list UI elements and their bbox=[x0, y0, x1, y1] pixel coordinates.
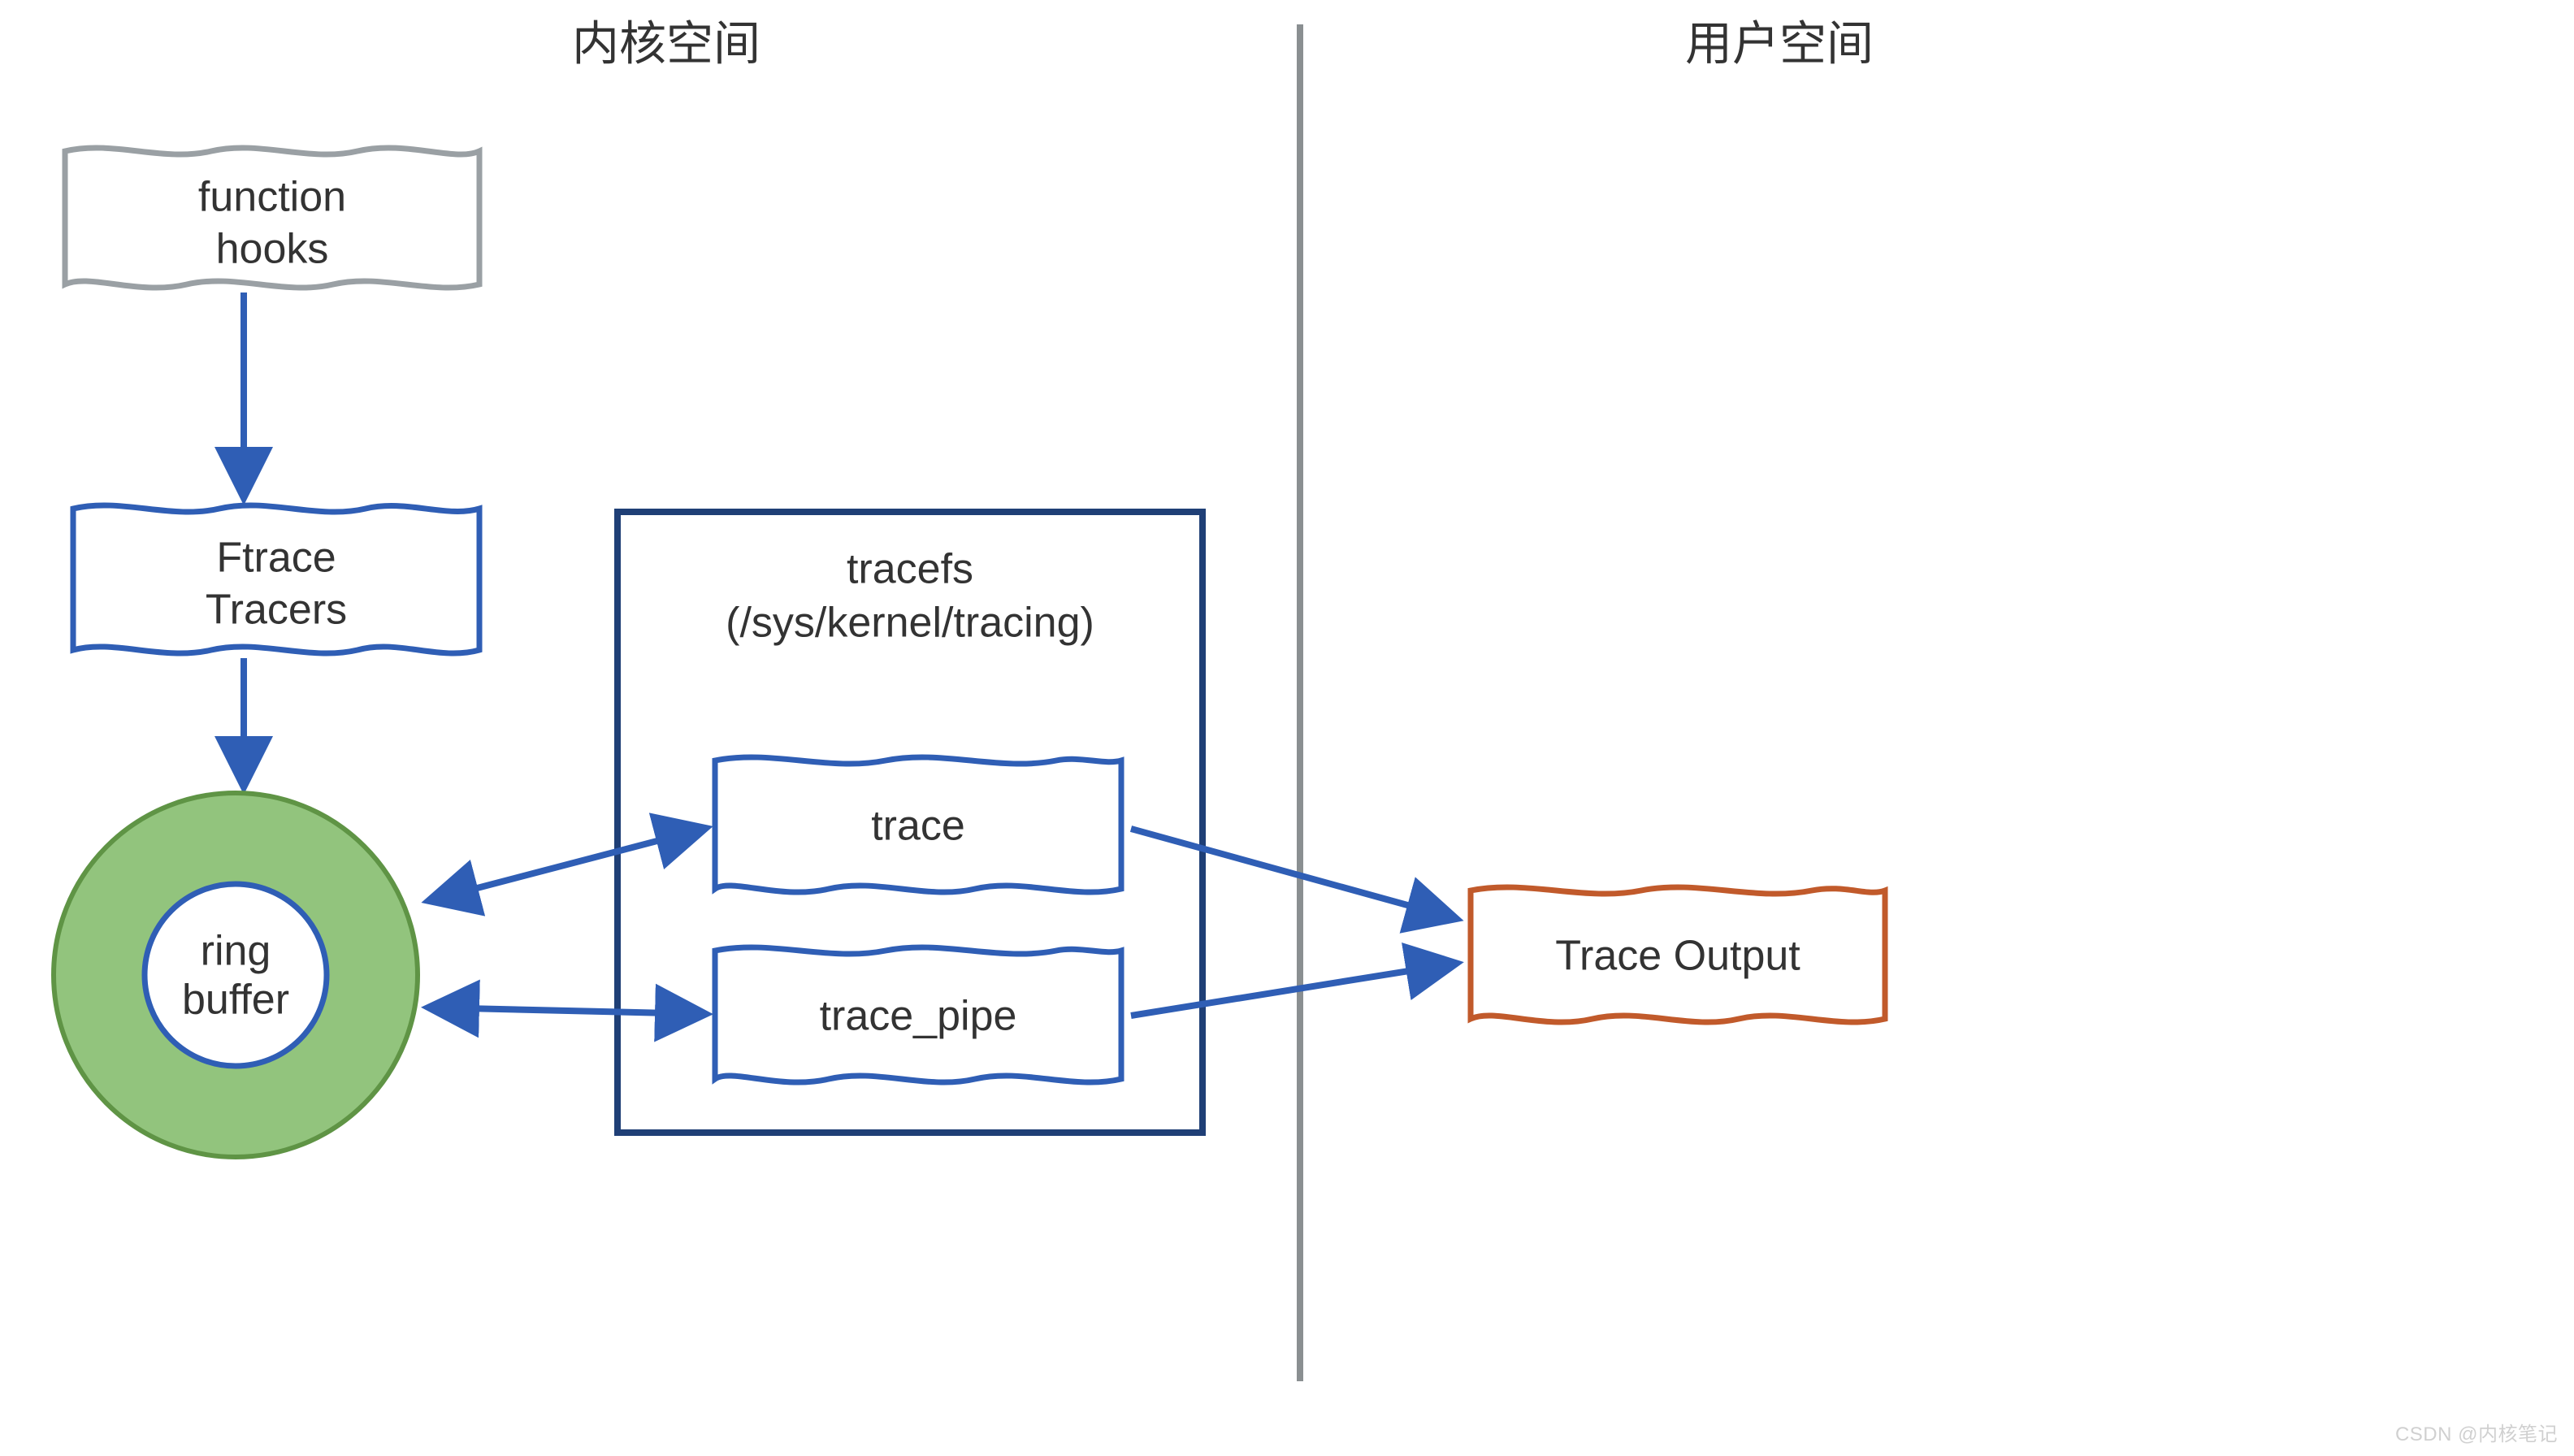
tracefs-label-1: tracefs bbox=[847, 546, 973, 593]
trace-pipe-box: trace_pipe bbox=[715, 947, 1121, 1082]
trace-output-label: Trace Output bbox=[1555, 933, 1800, 980]
ftrace-tracers-label-1: Ftrace bbox=[216, 535, 336, 582]
watermark: CSDN @内核笔记 bbox=[2395, 1418, 2558, 1446]
function-hooks-label-1: function bbox=[198, 174, 346, 221]
ftrace-tracers-box: Ftrace Tracers bbox=[73, 505, 479, 653]
tracefs-label-2: (/sys/kernel/tracing) bbox=[726, 600, 1094, 647]
trace-file-label: trace bbox=[871, 803, 965, 850]
kernel-space-title: 内核空间 bbox=[572, 17, 760, 70]
trace-file-box: trace bbox=[715, 757, 1121, 892]
user-space-title: 用户空间 bbox=[1685, 17, 1874, 70]
diagram-canvas: 内核空间 用户空间 function hooks Ftrace Tracers … bbox=[0, 0, 2574, 1456]
trace-pipe-label: trace_pipe bbox=[820, 993, 1017, 1040]
ftrace-tracers-label-2: Tracers bbox=[206, 587, 347, 634]
function-hooks-box: function hooks bbox=[65, 148, 479, 288]
ring-buffer: ring buffer bbox=[54, 793, 418, 1157]
ring-buffer-label-1: ring bbox=[201, 928, 271, 975]
ring-buffer-label-2: buffer bbox=[182, 977, 289, 1024]
trace-output-box: Trace Output bbox=[1471, 887, 1885, 1022]
function-hooks-label-2: hooks bbox=[216, 226, 329, 273]
